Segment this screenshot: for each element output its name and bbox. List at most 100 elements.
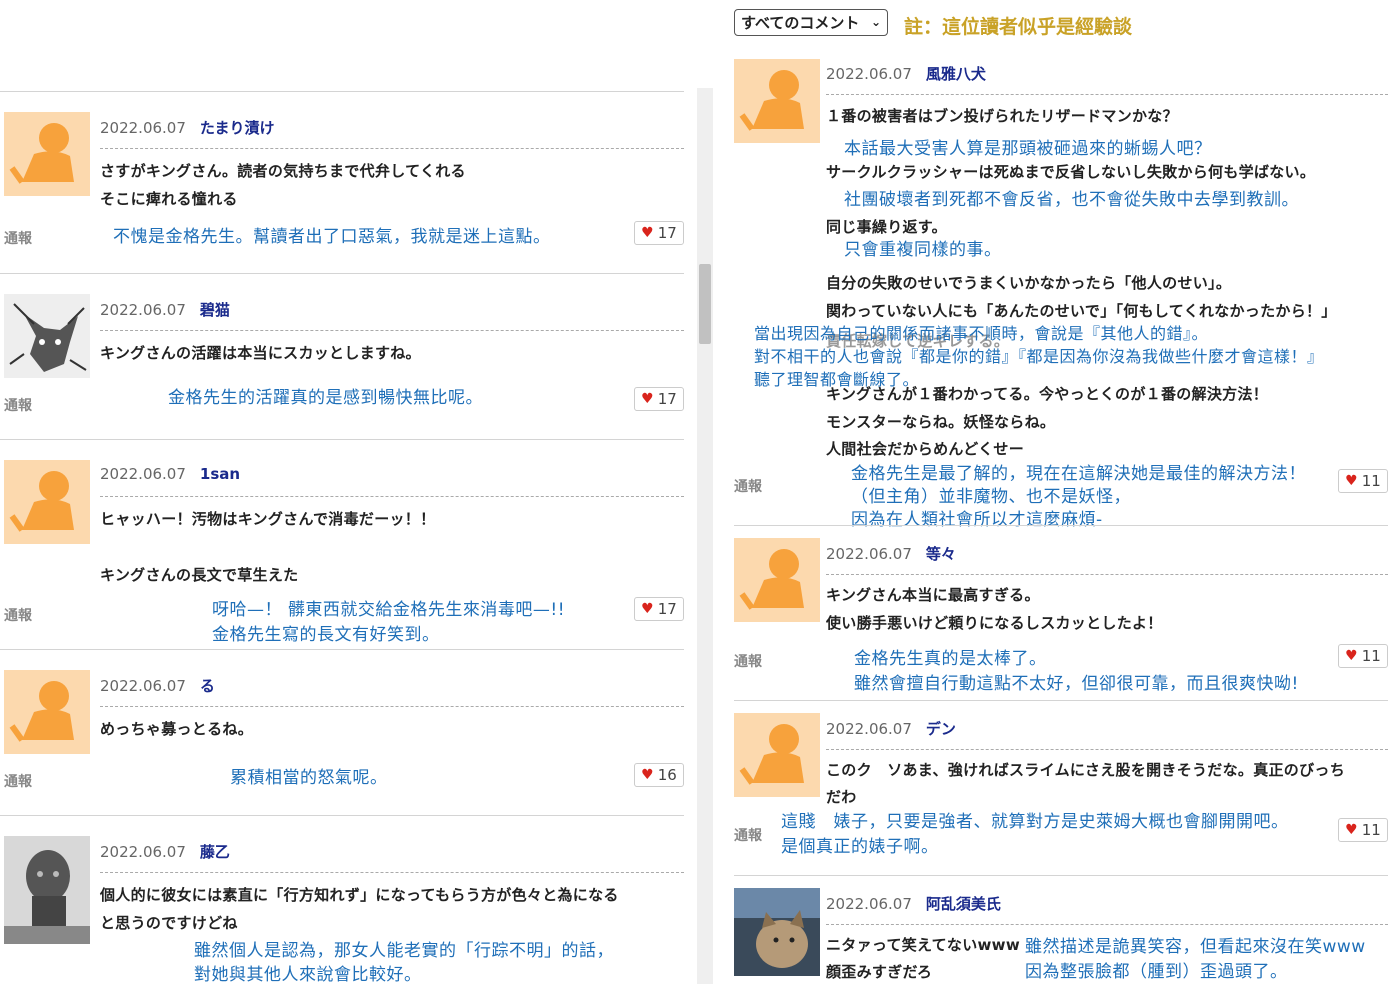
comment-divider	[0, 649, 684, 650]
heart-icon: ♥	[641, 601, 654, 617]
dashed-divider	[100, 148, 684, 149]
like-count: 17	[657, 600, 677, 618]
comment-date: 2022.06.07	[826, 895, 912, 913]
dashed-divider	[100, 872, 684, 873]
dashed-divider	[826, 94, 1388, 95]
like-button[interactable]: ♥ 11	[1338, 644, 1388, 668]
like-button[interactable]: ♥ 17	[634, 221, 684, 245]
comment-sort-select[interactable]: すべてのコメント ⌄	[734, 9, 888, 36]
comment-date: 2022.06.07	[826, 720, 912, 738]
cat-illustration	[4, 294, 90, 378]
comment-date: 2022.06.07	[100, 677, 186, 695]
translation-text: 對不相干的人也會說『都是你的錯』『都是因為你沒為我做些什麼才會這樣！』	[754, 347, 1324, 366]
translation-text: 當出現因為自己的關係而諸事不順時，會說是『其他人的錯』。	[754, 320, 1208, 344]
heart-icon: ♥	[641, 391, 654, 407]
report-link[interactable]: 通報	[4, 395, 32, 415]
translation-text: 金格先生真的是太棒了。	[854, 649, 1047, 669]
comment-divider	[0, 91, 684, 92]
default-avatar-icon	[4, 112, 90, 196]
translation-text: （但主角）並非魔物、也不是妖怪，	[851, 487, 1131, 507]
report-link[interactable]: 通報	[734, 651, 762, 671]
translation-text: 金格先生是最了解的，現在在這解決她是最佳的解決方法！	[851, 464, 1306, 484]
default-avatar-icon	[734, 538, 820, 622]
translation-text: 金格先生的活躍真的是感到暢快無比呢。	[168, 388, 483, 408]
comment-meta: 2022.06.07 1san	[100, 465, 240, 483]
dashed-divider	[826, 924, 1388, 925]
comment-username[interactable]: 阿乱須美氏	[926, 895, 1001, 913]
comment-text: モンスターならね。妖怪ならね。	[826, 413, 1056, 431]
default-avatar-icon	[4, 460, 90, 544]
comment-text: めっちゃ募っとるね。	[100, 720, 254, 738]
report-link[interactable]: 通報	[4, 228, 32, 248]
report-link[interactable]: 通報	[4, 605, 32, 625]
comment-text: 個人的に彼女には素直に「行方知れず」になってもらう方が色々と為になる	[100, 886, 619, 904]
dashed-divider	[100, 330, 684, 331]
translation-text: 呀哈—！ 髒東西就交給金格先生來消毒吧—!!	[212, 600, 566, 620]
like-button[interactable]: ♥ 17	[634, 387, 684, 411]
scrollbar[interactable]	[697, 88, 713, 984]
report-link[interactable]: 通報	[4, 771, 32, 791]
comment-divider	[734, 700, 1388, 701]
comment-username[interactable]: 碧猫	[200, 301, 230, 319]
like-button[interactable]: ♥ 17	[634, 597, 684, 621]
chevron-down-icon: ⌄	[870, 15, 881, 29]
comment-divider	[734, 525, 1388, 526]
comment-text: そこに痺れる憧れる	[100, 190, 238, 208]
report-link[interactable]: 通報	[734, 476, 762, 496]
report-link[interactable]: 通報	[734, 825, 762, 845]
comment-text: 関わっていない人にも「あんたのせいで」「何もしてくれなかったから！」	[826, 302, 1337, 320]
comment-divider	[0, 439, 684, 440]
comment-text: 自分の失敗のせいでうまくいかなかったら「他人のせい」。	[826, 274, 1232, 292]
translation-text: 只會重複同樣的事。	[844, 240, 1002, 260]
default-avatar-icon	[4, 670, 90, 754]
comment-text: 使い勝手悪いけど頼りになるしスカッとしたよ！	[826, 614, 1163, 632]
like-button[interactable]: ♥ 11	[1338, 818, 1388, 842]
translation-text: 是個真正的婊子啊。	[781, 837, 939, 857]
translation-span: 當出現因為自己的關係而諸事不順時，會說是『其他人的錯』。	[754, 324, 1209, 343]
comment-username[interactable]: る	[200, 677, 215, 695]
comment-text: 同じ事繰り返す。	[826, 218, 947, 236]
dashed-divider	[100, 496, 684, 497]
comment-meta: 2022.06.07 碧猫	[100, 299, 230, 320]
comment-divider	[734, 875, 1388, 876]
comment-meta: 2022.06.07 る	[100, 675, 215, 696]
comment-username[interactable]: たまり漬け	[200, 119, 275, 137]
comment-date: 2022.06.07	[100, 119, 186, 137]
translation-text: 雖然描述是詭異笑容，但看起來沒在笑www	[1025, 937, 1366, 957]
comment-meta: 2022.06.07 デン	[826, 718, 956, 739]
comment-divider	[0, 815, 684, 816]
like-count: 11	[1361, 647, 1381, 665]
comment-username[interactable]: 藤乙	[200, 843, 230, 861]
sort-select-value: すべてのコメント	[741, 14, 860, 32]
comment-username[interactable]: デン	[926, 720, 956, 738]
like-button[interactable]: ♥ 16	[634, 763, 684, 787]
scrollbar-thumb[interactable]	[699, 264, 711, 344]
comment-meta: 2022.06.07 阿乱須美氏	[826, 893, 1001, 914]
comment-date: 2022.06.07	[826, 545, 912, 563]
comment-meta: 2022.06.07 藤乙	[100, 841, 230, 862]
cat-photo	[734, 888, 820, 976]
comment-date: 2022.06.07	[100, 843, 186, 861]
comment-text: だわ	[826, 788, 857, 806]
like-count: 17	[657, 224, 677, 242]
heart-icon: ♥	[1345, 648, 1358, 664]
comment-meta: 2022.06.07 風雅八犬	[826, 63, 986, 84]
comment-username[interactable]: 等々	[926, 545, 956, 563]
comment-date: 2022.06.07	[100, 301, 186, 319]
translator-note: 註：這位讀者似乎是經驗談	[904, 16, 1133, 38]
like-count: 16	[657, 766, 677, 784]
comment-date: 2022.06.07	[100, 465, 186, 483]
comment-username[interactable]: 1san	[200, 465, 240, 483]
comment-text: 人間社会だからめんどくせー	[826, 440, 1025, 458]
default-avatar-icon	[734, 713, 820, 797]
comment-text: ニタァって笑えてないwww	[826, 936, 1020, 954]
translation-text: 這賤 婊子，只要是強者、就算對方是史萊姆大概也會腳開開吧。	[781, 812, 1289, 832]
comment-text: と思うのですけどね	[100, 914, 238, 932]
translation-text: 因為整張臉都（腫到）歪過頭了。	[1025, 962, 1288, 982]
comment-text: サークルクラッシャーは死ぬまで反省しないし失敗から何も学ばない。	[826, 163, 1316, 181]
translation-text: 因為在人類社會所以才這麼麻煩-	[851, 510, 1103, 530]
like-button[interactable]: ♥ 11	[1338, 469, 1388, 493]
translation-text: 金格先生寫的長文有好笑到。	[212, 625, 440, 645]
heart-icon: ♥	[641, 225, 654, 241]
comment-username[interactable]: 風雅八犬	[926, 65, 986, 83]
